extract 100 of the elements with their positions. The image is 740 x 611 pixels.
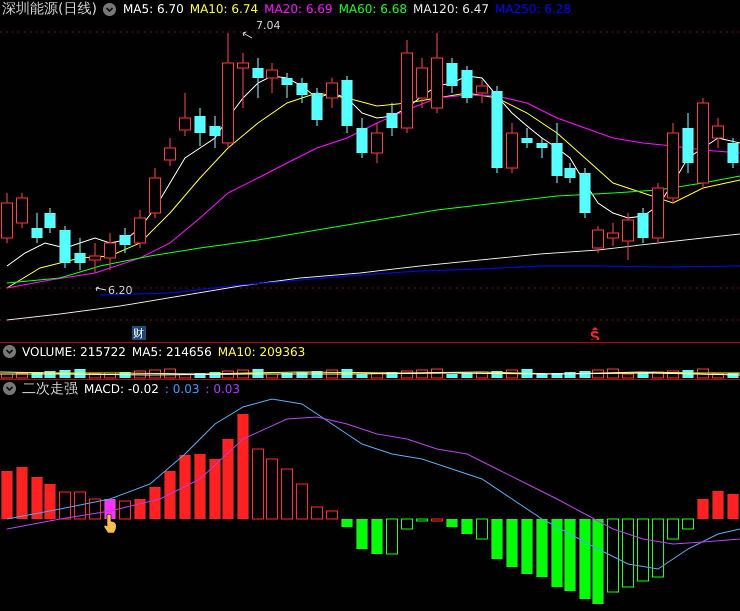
candlestick [44,208,56,234]
finance-badge[interactable]: 财 [132,326,146,340]
candlestick [164,138,176,166]
candlestick [237,52,249,108]
macd-bar [401,518,413,530]
volume-value: VOLUME: 215722 [22,344,126,358]
hand-cursor-icon [104,514,117,534]
candlestick [120,228,130,254]
candlestick [564,162,576,184]
candlestick [326,78,338,108]
candlestick [592,226,604,254]
macd-bar [682,518,694,530]
macd-bar [462,519,472,534]
macd-bar [492,519,502,559]
macd-value: : 0.03 [164,382,200,396]
macd-bar [311,506,323,520]
candlestick [356,118,368,158]
chevron-down-icon [2,345,16,358]
volume-bar [622,374,634,378]
macd-value: MACD: -0.02 [84,382,159,396]
macd-bar [89,498,101,520]
macd-bar [134,499,146,519]
high-price-label: 7.04 [256,19,280,32]
chart-title: 深圳能源(日线) [2,0,97,18]
candlestick [712,118,724,148]
candlestick [386,102,398,136]
macd-bar [386,518,398,554]
candlestick [552,122,562,184]
volume-bar [462,373,472,378]
macd-bar [326,510,338,520]
macd-bar [431,518,443,522]
chevron-down-icon [103,2,116,16]
dropdown-button[interactable] [2,382,16,396]
macd-bar [416,518,428,522]
macd-bar [342,519,352,527]
macd-bar [522,519,532,574]
macd-value: : 0.03 [205,382,240,396]
macd-bar [266,458,278,520]
volume-bar [356,374,368,378]
candlestick [446,58,458,94]
price-pointer-icon [96,286,106,292]
moving-average-value: MA60: 6.68 [338,2,407,16]
volume-bar [194,373,206,378]
candlestick [104,232,116,270]
macd-bar [476,518,488,540]
candlestick [728,138,738,168]
volume-bar [371,372,383,378]
candlestick [282,72,292,98]
macd-bar [564,519,576,591]
candlestick [638,208,648,244]
volume-bar [179,374,191,378]
macd-bar [356,519,368,549]
macd-bar [150,487,160,519]
moving-average-value: MA5: 6.70 [122,2,184,16]
candlestick [134,210,146,248]
moving-average-value: MA120: 6.47 [412,2,490,16]
macd-bar [637,518,649,582]
volume-bar [728,373,738,378]
candlestick [296,78,308,104]
macd-bar [16,467,28,519]
volume-bar [592,370,604,378]
macd-bar [446,519,458,527]
candlestick [506,122,518,174]
candlestick [16,192,28,228]
price-pointer-icon [242,32,252,38]
macd-bar [194,454,206,519]
candlestick [342,76,352,134]
dollar-icon[interactable] [590,327,600,340]
macd-bar [506,519,518,567]
macd-bar [712,491,724,519]
dropdown-button[interactable] [102,2,117,16]
candlestick [607,222,619,246]
macd-bar [2,471,12,519]
volume-bar [446,374,458,378]
indicator-title: 二次走强 [22,380,78,398]
moving-average-value: MA250: 6.28 [495,2,572,16]
candlestick [416,58,428,108]
macd-bar [698,499,708,519]
candlestick [462,66,472,104]
moving-average-value: MA20: 6.69 [264,2,333,16]
macd-bar [281,468,293,520]
candlestick [312,88,322,126]
candlestick [536,138,548,158]
macd-bar [252,448,264,520]
macd-bar [44,484,56,519]
candlestick [60,226,70,268]
macd-bar [728,494,738,519]
dropdown-button[interactable] [2,344,16,358]
volume-bar [282,373,292,378]
macd-bar [667,518,679,540]
candlestick [89,242,101,274]
candlestick [179,92,191,136]
chevron-down-icon [2,382,16,395]
macd-bar [32,477,42,519]
candlestick [580,168,590,218]
volume-bar [536,374,548,378]
macd-bar [164,471,176,519]
candlestick [252,58,264,98]
volume-bar [89,374,101,378]
macd-bar [296,484,308,520]
